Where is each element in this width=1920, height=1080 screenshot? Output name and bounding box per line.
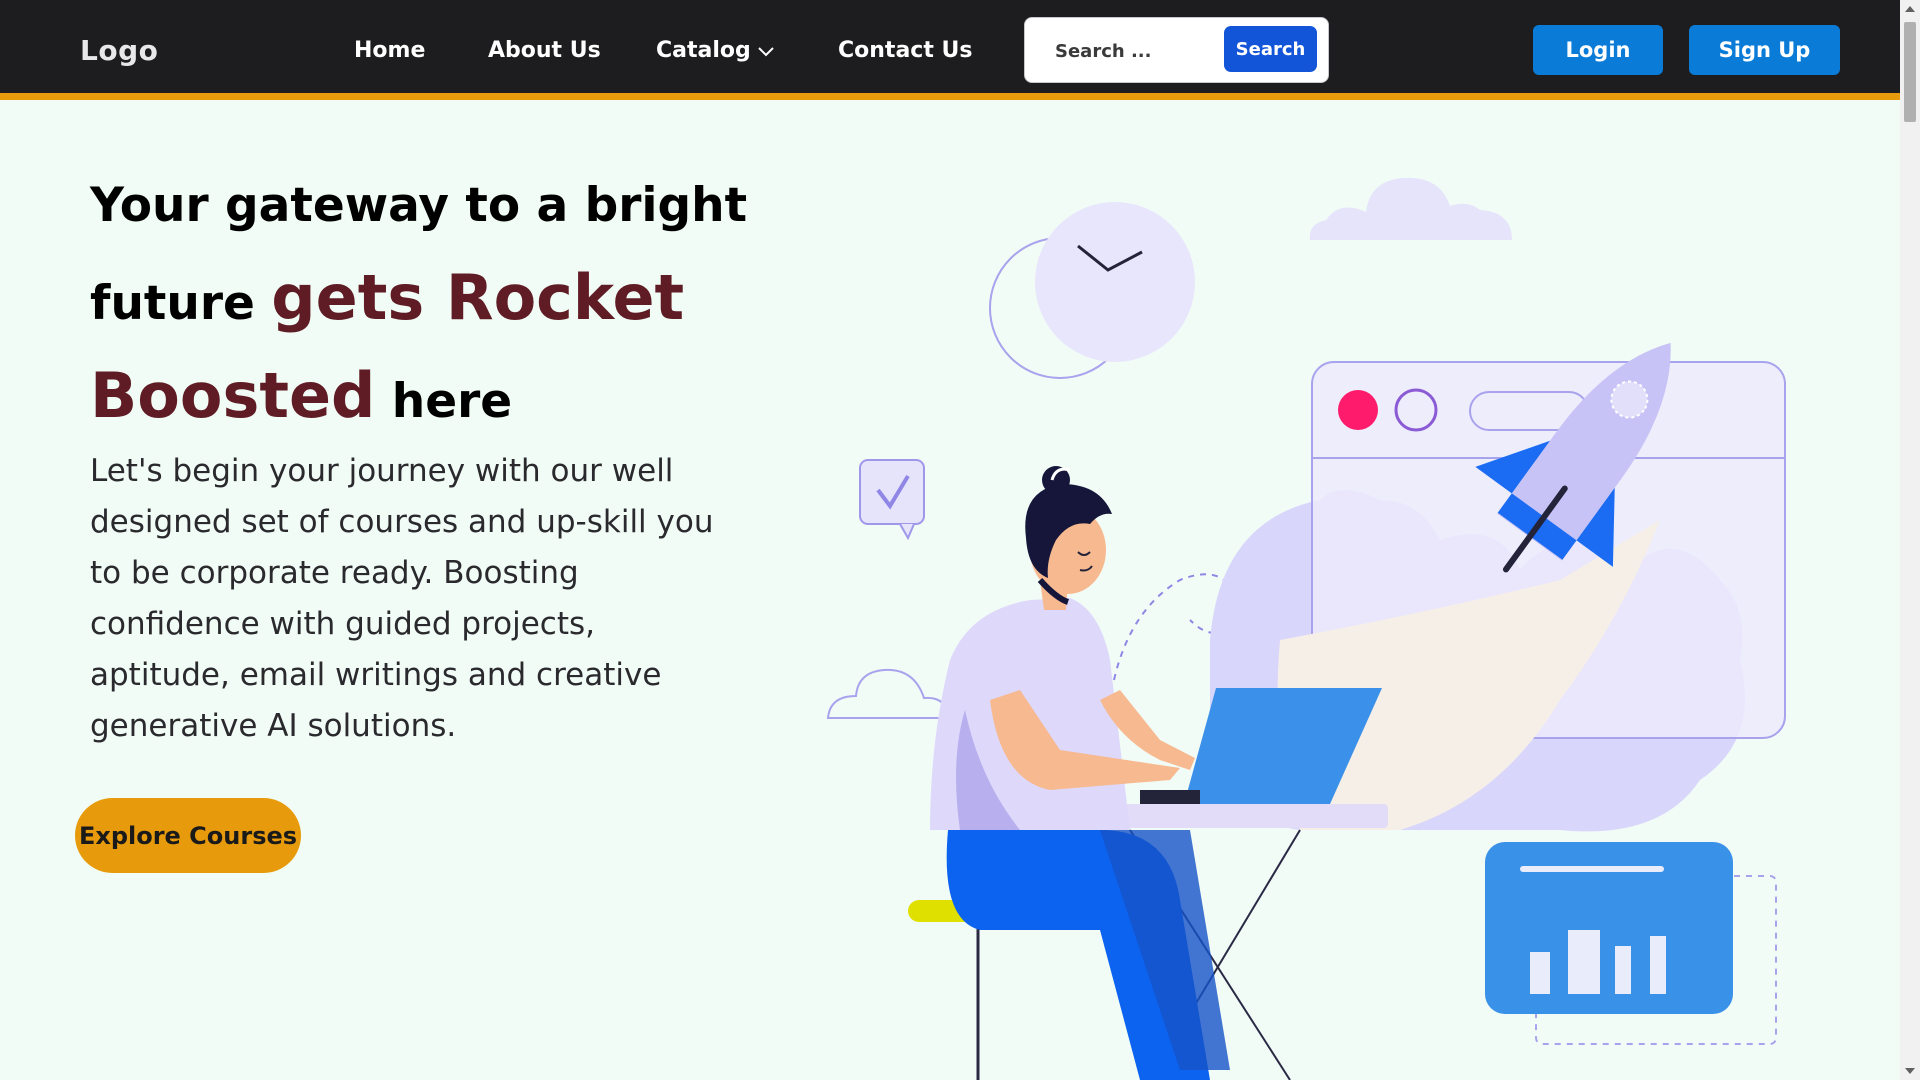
login-button[interactable]: Login bbox=[1533, 25, 1663, 75]
scrollbar[interactable] bbox=[1900, 0, 1920, 1080]
logo[interactable]: Logo bbox=[80, 34, 158, 67]
scroll-thumb[interactable] bbox=[1904, 22, 1916, 122]
hero-illustration bbox=[826, 177, 1786, 1080]
scroll-up-arrow-icon[interactable] bbox=[1905, 6, 1915, 12]
chart-icon bbox=[1485, 842, 1777, 1045]
navbar: Logo Home About Us Catalog Contact Us Se… bbox=[0, 0, 1900, 100]
check-message-icon bbox=[859, 459, 925, 541]
signup-button[interactable]: Sign Up bbox=[1689, 25, 1840, 75]
nav-catalog-dropdown[interactable]: Catalog bbox=[656, 38, 775, 63]
explore-courses-button[interactable]: Explore Courses bbox=[75, 798, 301, 873]
search-box: Search bbox=[1024, 17, 1329, 83]
hero-paragraph: Let's begin your journey with our well d… bbox=[90, 453, 714, 744]
nav-contact-link[interactable]: Contact Us bbox=[838, 38, 972, 63]
scroll-down-arrow-icon[interactable] bbox=[1905, 1068, 1915, 1074]
person-illustration bbox=[930, 466, 1230, 1080]
hero-headline: Your gateway to a bright future gets Roc… bbox=[90, 160, 780, 448]
nav-home-link[interactable]: Home bbox=[354, 38, 425, 63]
headline-text-end: here bbox=[391, 374, 513, 429]
nav-catalog-label: Catalog bbox=[656, 38, 751, 63]
clock-icon bbox=[989, 202, 1195, 379]
search-button[interactable]: Search bbox=[1224, 26, 1317, 72]
cloud-icon bbox=[1309, 177, 1512, 240]
nav-about-link[interactable]: About Us bbox=[488, 38, 601, 63]
chevron-down-icon bbox=[758, 47, 774, 57]
search-input[interactable] bbox=[1055, 34, 1235, 68]
